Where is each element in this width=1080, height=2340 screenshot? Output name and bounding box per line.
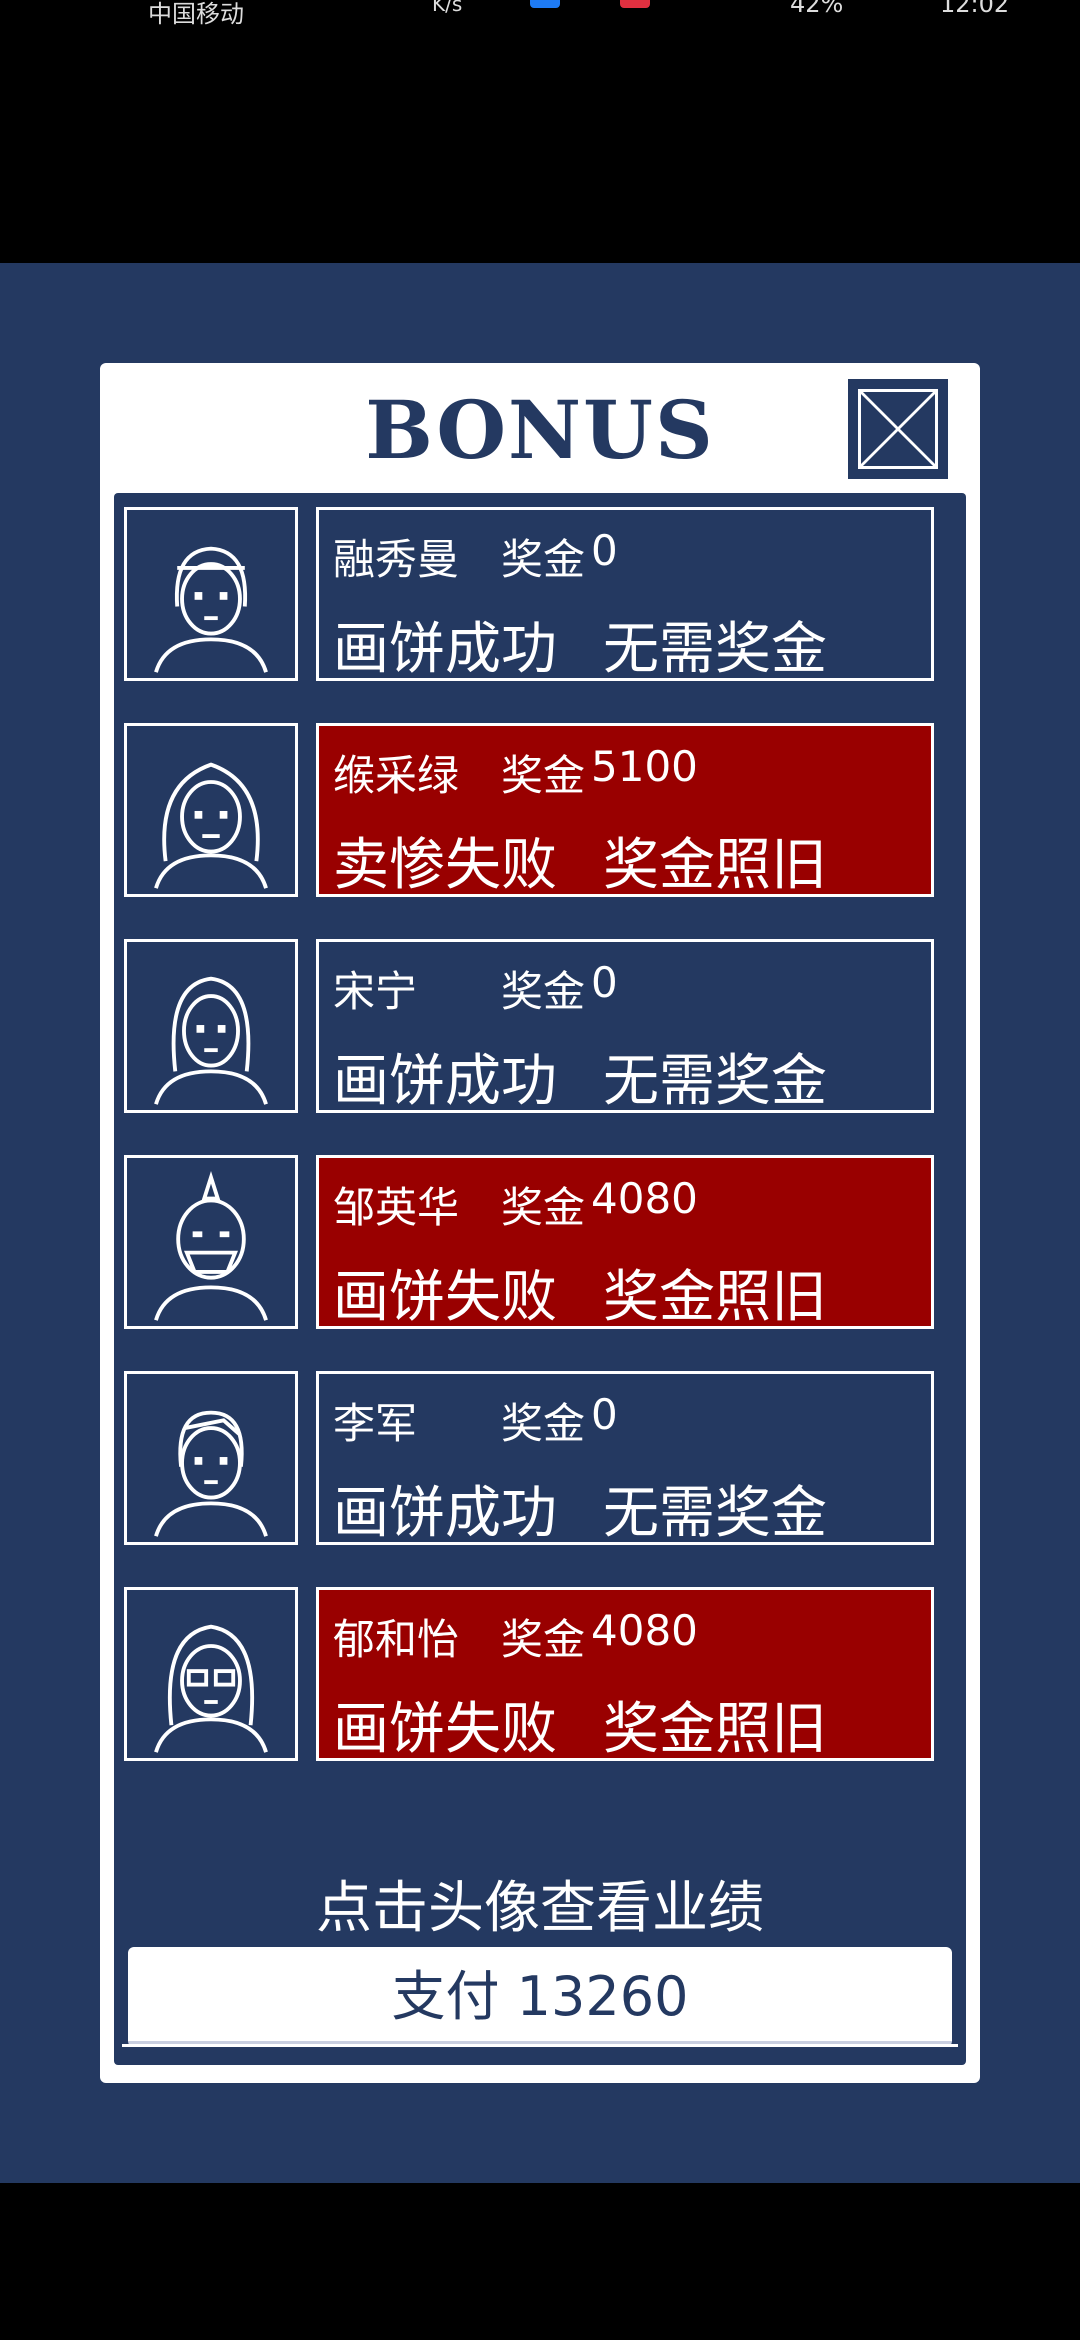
bonus-label: 奖金: [501, 967, 586, 1016]
bonus-label: 奖金: [501, 1399, 586, 1448]
employee-info-card: 宋宁 奖金 0 画饼成功 无需奖金: [316, 939, 934, 1114]
employee-list-area: 融秀曼 奖金 0 画饼成功 无需奖金 缑采绿 奖金 5100 卖惨失败 奖金照旧…: [114, 493, 966, 2065]
employee-row: 邹英华 奖金 4080 画饼失败 奖金照旧: [124, 1155, 934, 1331]
employee-name: 郁和怡: [333, 1615, 460, 1664]
result-text: 画饼失败: [333, 1265, 557, 1330]
portrait-icon: [154, 976, 268, 1105]
portrait-icon: [154, 546, 268, 673]
app-notification-icon: [530, 0, 560, 8]
portrait-icon: [154, 1410, 268, 1537]
bonus-label: 奖金: [501, 1183, 586, 1232]
result-text: 画饼失败: [333, 1697, 557, 1762]
employee-avatar[interactable]: [124, 723, 298, 897]
result-text: 画饼成功: [333, 617, 557, 682]
employee-avatar[interactable]: [124, 1587, 298, 1761]
bonus-decision-text: 奖金照旧: [603, 1265, 827, 1330]
bonus-decision-text: 奖金照旧: [603, 1697, 827, 1762]
employee-info-card: 缑采绿 奖金 5100 卖惨失败 奖金照旧: [316, 723, 934, 898]
bonus-decision-text: 无需奖金: [603, 1481, 827, 1546]
employee-name: 融秀曼: [333, 535, 460, 584]
employee-info-card: 融秀曼 奖金 0 画饼成功 无需奖金: [316, 507, 934, 682]
employee-avatar[interactable]: [124, 507, 298, 681]
employee-row: 宋宁 奖金 0 画饼成功 无需奖金: [124, 939, 934, 1115]
bonus-label: 奖金: [501, 535, 586, 584]
pay-button[interactable]: 支付 13260: [128, 1947, 952, 2047]
result-text: 画饼成功: [333, 1481, 557, 1546]
bonus-decision-text: 无需奖金: [603, 1049, 827, 1114]
employee-info-card: 郁和怡 奖金 4080 画饼失败 奖金照旧: [316, 1587, 934, 1762]
portrait-icon: [154, 1170, 268, 1321]
bonus-value: 5100: [591, 742, 698, 791]
game-screen: BONUS 融秀曼 奖金 0 画饼成功 无需奖金 缑采绿 奖金 5100 卖惨失…: [0, 263, 1080, 2183]
network-speed: K/s: [432, 0, 463, 16]
status-bar: 中国移动 K/s 42% 12:02: [0, 0, 1080, 30]
bonus-label: 奖金: [501, 751, 586, 800]
result-text: 卖惨失败: [333, 833, 557, 898]
bonus-value: 4080: [591, 1606, 698, 1655]
hint-text: 点击头像查看业绩: [316, 1876, 764, 1941]
bonus-panel: BONUS 融秀曼 奖金 0 画饼成功 无需奖金 缑采绿 奖金 5100 卖惨失…: [100, 363, 980, 2083]
bonus-value: 0: [591, 526, 618, 575]
carrier-label: 中国移动: [148, 0, 244, 28]
bonus-value: 4080: [591, 1174, 698, 1223]
employee-name: 李军: [333, 1399, 418, 1448]
employee-row: 融秀曼 奖金 0 画饼成功 无需奖金: [124, 507, 934, 683]
employee-avatar[interactable]: [124, 1155, 298, 1329]
result-text: 画饼成功: [333, 1049, 557, 1114]
close-button[interactable]: [848, 379, 948, 479]
bonus-decision-text: 无需奖金: [603, 617, 827, 682]
employee-info-card: 邹英华 奖金 4080 画饼失败 奖金照旧: [316, 1155, 934, 1330]
employee-name: 宋宁: [333, 967, 418, 1016]
battery-level: 42%: [790, 0, 844, 18]
employee-row: 郁和怡 奖金 4080 画饼失败 奖金照旧: [124, 1587, 934, 1763]
employee-info-card: 李军 奖金 0 画饼成功 无需奖金: [316, 1371, 934, 1546]
divider: [122, 2044, 958, 2047]
bonus-label: 奖金: [501, 1615, 586, 1664]
portrait-icon: [154, 762, 268, 889]
bonus-value: 0: [591, 1390, 618, 1439]
bonus-decision-text: 奖金照旧: [603, 833, 827, 898]
employee-row: 李军 奖金 0 画饼成功 无需奖金: [124, 1371, 934, 1547]
employee-avatar[interactable]: [124, 1371, 298, 1545]
app-notification-icon: [620, 0, 650, 8]
employee-avatar[interactable]: [124, 939, 298, 1113]
bonus-value: 0: [591, 958, 618, 1007]
clock: 12:02: [940, 0, 1010, 18]
portrait-icon: [154, 1624, 268, 1753]
employee-name: 缑采绿: [333, 751, 460, 800]
close-x-icon: [858, 389, 938, 469]
employee-name: 邹英华: [333, 1183, 460, 1232]
employee-row: 缑采绿 奖金 5100 卖惨失败 奖金照旧: [124, 723, 934, 899]
